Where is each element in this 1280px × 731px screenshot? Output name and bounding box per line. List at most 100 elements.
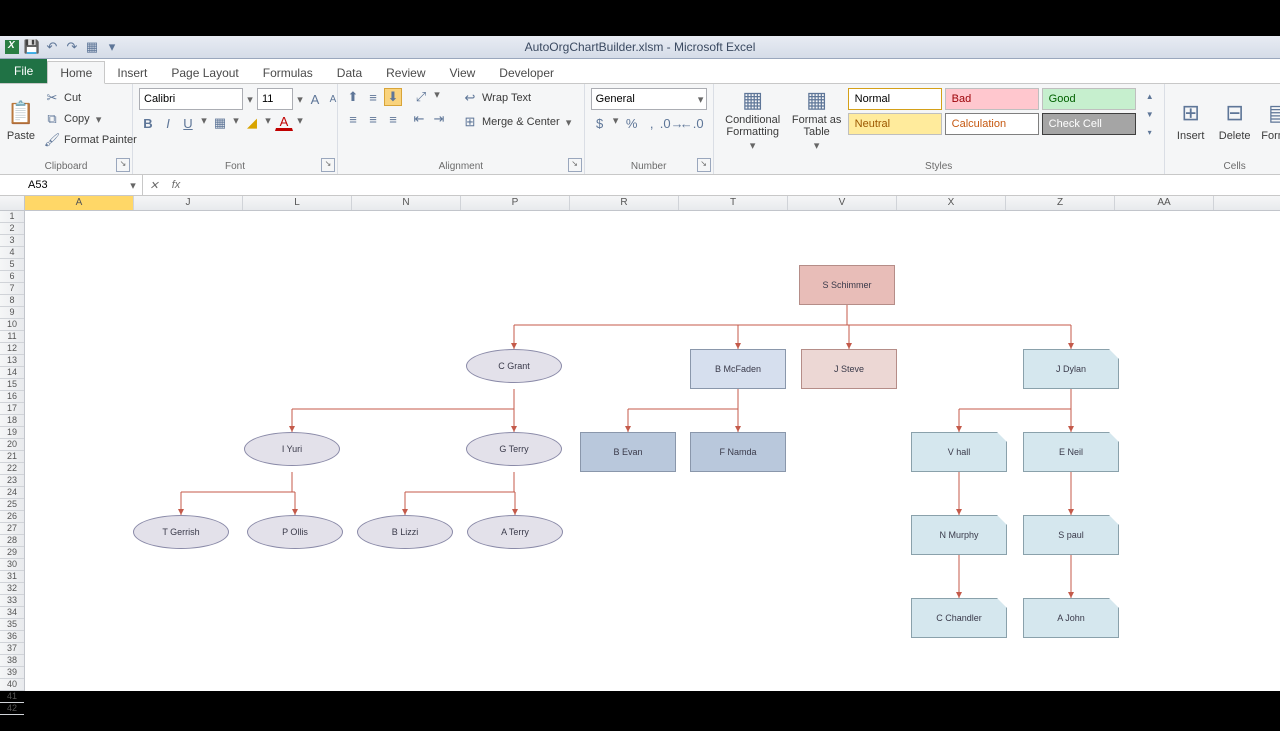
row-header-4[interactable]: 4	[0, 247, 24, 259]
row-header-30[interactable]: 30	[0, 559, 24, 571]
row-header-13[interactable]: 13	[0, 355, 24, 367]
tab-formulas[interactable]: Formulas	[251, 62, 325, 83]
org-node-b_mcfaden[interactable]: B McFaden	[690, 349, 786, 389]
org-node-a_john[interactable]: A John	[1023, 598, 1119, 638]
decrease-indent-icon[interactable]: ⇤	[410, 110, 428, 128]
col-header-V[interactable]: V	[788, 196, 897, 210]
wrap-text-button[interactable]: ↩Wrap Text	[458, 88, 578, 108]
org-node-s_schimmer[interactable]: S Schimmer	[799, 265, 895, 305]
select-all-corner[interactable]	[0, 196, 25, 210]
row-header-41[interactable]: 41	[0, 691, 24, 703]
style-calculation[interactable]: Calculation	[945, 113, 1039, 135]
col-header-Z[interactable]: Z	[1006, 196, 1115, 210]
tab-view[interactable]: View	[438, 62, 488, 83]
conditional-formatting-button[interactable]: ▦ Conditional Formatting▾	[720, 88, 786, 152]
row-header-32[interactable]: 32	[0, 583, 24, 595]
org-node-c_grant[interactable]: C Grant	[466, 349, 562, 383]
decrease-decimal-icon[interactable]: ←.0	[683, 114, 701, 132]
save-icon[interactable]: 💾	[24, 39, 40, 55]
number-format-combo[interactable]: General▾	[591, 88, 707, 110]
row-header-3[interactable]: 3	[0, 235, 24, 247]
org-node-n_murphy[interactable]: N Murphy	[911, 515, 1007, 555]
org-node-g_terry[interactable]: G Terry	[466, 432, 562, 466]
italic-icon[interactable]: I	[159, 114, 177, 132]
style-bad[interactable]: Bad	[945, 88, 1039, 110]
row-header-42[interactable]: 42	[0, 703, 24, 715]
col-header-A[interactable]: A	[25, 196, 134, 210]
accounting-icon[interactable]: $	[591, 114, 609, 132]
row-header-1[interactable]: 1	[0, 211, 24, 223]
border-icon[interactable]: ▦	[211, 114, 229, 132]
org-node-a_terry[interactable]: A Terry	[467, 515, 563, 549]
row-header-29[interactable]: 29	[0, 547, 24, 559]
bold-icon[interactable]: B	[139, 114, 157, 132]
align-top-icon[interactable]: ⬆	[344, 88, 362, 106]
tab-insert[interactable]: Insert	[105, 62, 159, 83]
org-node-v_hall[interactable]: V hall	[911, 432, 1007, 472]
row-header-39[interactable]: 39	[0, 667, 24, 679]
fx-icon[interactable]: fx	[165, 179, 187, 191]
cut-button[interactable]: ✂Cut	[40, 88, 141, 108]
row-header-20[interactable]: 20	[0, 439, 24, 451]
col-header-X[interactable]: X	[897, 196, 1006, 210]
number-launcher[interactable]: ↘	[697, 158, 711, 172]
clipboard-launcher[interactable]: ↘	[116, 158, 130, 172]
col-header-T[interactable]: T	[679, 196, 788, 210]
tab-data[interactable]: Data	[325, 62, 374, 83]
row-header-33[interactable]: 33	[0, 595, 24, 607]
style-normal[interactable]: Normal	[848, 88, 942, 110]
increase-indent-icon[interactable]: ⇥	[430, 110, 448, 128]
worksheet[interactable]: 1234567891011121314151617181920212223242…	[0, 211, 1280, 691]
row-header-19[interactable]: 19	[0, 427, 24, 439]
tab-home[interactable]: Home	[47, 61, 105, 84]
align-middle-icon[interactable]: ≡	[364, 88, 382, 106]
org-node-p_ollis[interactable]: P Ollis	[247, 515, 343, 549]
font-color-icon[interactable]: A	[275, 114, 293, 131]
org-node-c_chandler[interactable]: C Chandler	[911, 598, 1007, 638]
undo-icon[interactable]: ↶	[44, 39, 60, 55]
row-header-24[interactable]: 24	[0, 487, 24, 499]
org-node-b_lizzi[interactable]: B Lizzi	[357, 515, 453, 549]
align-left-icon[interactable]: ≡	[344, 110, 362, 128]
row-header-18[interactable]: 18	[0, 415, 24, 427]
style-good[interactable]: Good	[1042, 88, 1136, 110]
row-header-34[interactable]: 34	[0, 607, 24, 619]
comma-icon[interactable]: ,	[643, 114, 661, 132]
org-node-s_paul[interactable]: S paul	[1023, 515, 1119, 555]
col-header-P[interactable]: P	[461, 196, 570, 210]
row-header-2[interactable]: 2	[0, 223, 24, 235]
org-node-e_neil[interactable]: E Neil	[1023, 432, 1119, 472]
styles-more-icon[interactable]: ▾	[1142, 124, 1158, 140]
insert-cells-button[interactable]: ⊞Insert	[1171, 88, 1211, 152]
row-header-37[interactable]: 37	[0, 643, 24, 655]
org-node-t_gerrish[interactable]: T Gerrish	[133, 515, 229, 549]
format-as-table-button[interactable]: ▦ Format as Table▾	[790, 88, 844, 152]
row-header-22[interactable]: 22	[0, 463, 24, 475]
row-header-28[interactable]: 28	[0, 535, 24, 547]
tab-developer[interactable]: Developer	[487, 62, 566, 83]
row-header-35[interactable]: 35	[0, 619, 24, 631]
underline-icon[interactable]: U	[179, 114, 197, 132]
col-header-J[interactable]: J	[134, 196, 243, 210]
row-header-10[interactable]: 10	[0, 319, 24, 331]
row-header-9[interactable]: 9	[0, 307, 24, 319]
row-header-8[interactable]: 8	[0, 295, 24, 307]
row-header-23[interactable]: 23	[0, 475, 24, 487]
org-node-i_yuri[interactable]: I Yuri	[244, 432, 340, 466]
org-node-b_evan[interactable]: B Evan	[580, 432, 676, 472]
grow-font-icon[interactable]: A	[307, 91, 323, 107]
org-node-f_namda[interactable]: F Namda	[690, 432, 786, 472]
percent-icon[interactable]: %	[623, 114, 641, 132]
row-header-5[interactable]: 5	[0, 259, 24, 271]
fill-color-icon[interactable]: ◢	[243, 114, 261, 132]
delete-cells-button[interactable]: ⊟Delete	[1215, 88, 1255, 152]
style-check-cell[interactable]: Check Cell	[1042, 113, 1136, 135]
col-header-N[interactable]: N	[352, 196, 461, 210]
alignment-launcher[interactable]: ↘	[568, 158, 582, 172]
copy-button[interactable]: ⧉Copy▾	[40, 109, 141, 129]
row-header-40[interactable]: 40	[0, 679, 24, 691]
font-name-combo[interactable]: Calibri	[139, 88, 243, 110]
font-launcher[interactable]: ↘	[321, 158, 335, 172]
name-box[interactable]: A53▾	[0, 175, 143, 195]
row-header-15[interactable]: 15	[0, 379, 24, 391]
